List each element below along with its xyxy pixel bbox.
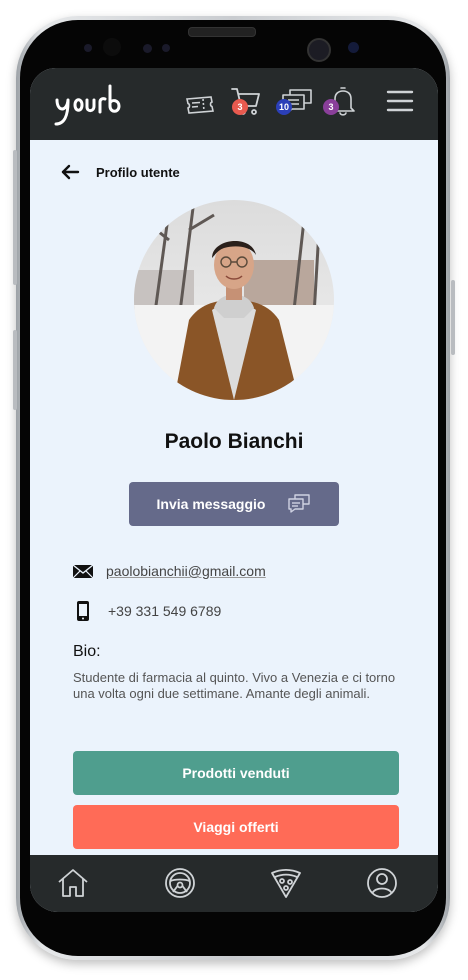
cart-badge: 3 — [232, 99, 248, 115]
offered-trips-button[interactable]: Viaggi offerti — [73, 805, 399, 849]
pizza-icon[interactable] — [269, 866, 303, 900]
avatar-photo — [134, 200, 334, 400]
phone-row: +39 331 549 6789 — [72, 600, 221, 622]
page-title: Profilo utente — [96, 164, 180, 180]
back-arrow-icon[interactable] — [60, 162, 80, 182]
volume-button — [13, 150, 17, 285]
front-camera — [307, 38, 331, 62]
messages-badge: 10 — [276, 99, 292, 115]
envelope-icon — [72, 564, 94, 579]
ticket-icon[interactable] — [183, 88, 217, 122]
earpiece-speaker — [188, 27, 256, 37]
light-sensor — [162, 44, 170, 52]
yourb-logo[interactable] — [54, 80, 134, 126]
bio-label: Bio: — [73, 643, 101, 660]
volume-down-button — [13, 330, 17, 410]
user-profile-icon[interactable] — [365, 866, 399, 900]
front-camera-large — [103, 38, 121, 56]
home-icon[interactable] — [56, 866, 90, 900]
email-user: paolobianchi — [106, 563, 185, 579]
message-bubbles-icon — [288, 494, 311, 513]
profile-avatar — [134, 200, 334, 400]
email-link[interactable]: paolobianchii@gmail.com — [106, 563, 266, 579]
steering-wheel-icon[interactable] — [163, 866, 197, 900]
iris-scanner — [348, 42, 359, 53]
send-message-button[interactable]: Invia messaggio — [129, 482, 339, 526]
page-header: Profilo utente — [60, 160, 180, 184]
mobile-phone-icon — [77, 601, 89, 621]
email-domain: i@gmail.com — [184, 563, 266, 579]
menu-icon[interactable] — [384, 85, 418, 119]
user-name: Paolo Bianchi — [164, 430, 304, 453]
send-message-label: Invia messaggio — [156, 496, 266, 512]
app-screen: 3 10 3 Profilo utente Paolo Bianchi Invi… — [30, 68, 438, 912]
sold-products-button[interactable]: Prodotti venduti — [73, 751, 399, 795]
bottom-navigation — [30, 855, 438, 912]
front-sensor — [84, 44, 92, 52]
email-row: paolobianchii@gmail.com — [72, 560, 266, 582]
power-button — [451, 280, 455, 355]
proximity-sensor — [143, 44, 152, 53]
top-bar: 3 10 3 — [30, 68, 438, 140]
bio-text: Studente di farmacia al quinto. Vivo a V… — [73, 670, 396, 701]
notifications-badge: 3 — [323, 99, 339, 115]
phone-number[interactable]: +39 331 549 6789 — [108, 603, 221, 619]
